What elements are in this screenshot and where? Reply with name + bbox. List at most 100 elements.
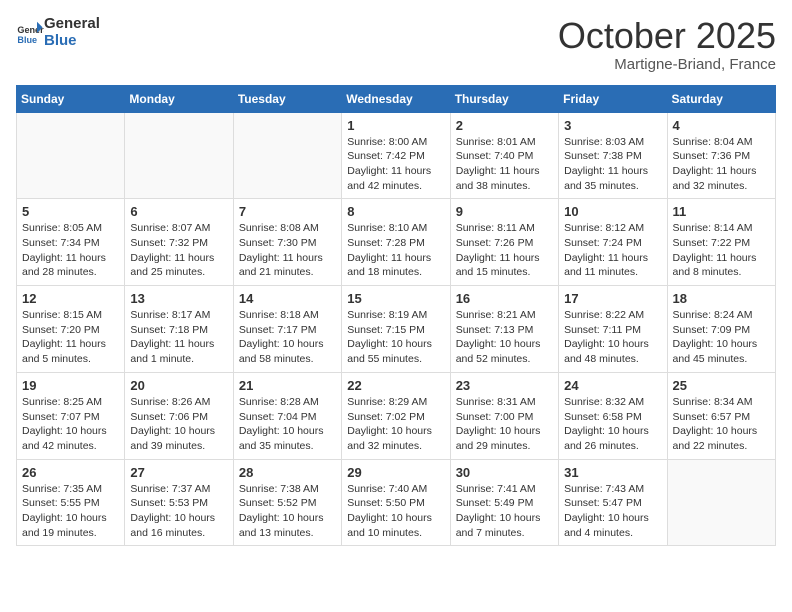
weekday-header-row: SundayMondayTuesdayWednesdayThursdayFrid… bbox=[17, 85, 776, 112]
calendar-cell: 16 Sunrise: 8:21 AMSunset: 7:13 PMDayligh… bbox=[450, 286, 558, 373]
day-number: 30 bbox=[456, 465, 553, 480]
calendar-cell: 11 Sunrise: 8:14 AMSunset: 7:22 PMDayligh… bbox=[667, 199, 775, 286]
calendar-cell: 24Sunrise: 8:32 AMSunset: 6:58 PMDayligh… bbox=[559, 372, 667, 459]
day-info: Sunrise: 8:21 AMSunset: 7:13 PMDaylight:… bbox=[456, 308, 553, 367]
calendar-cell: 25 Sunrise: 8:34 AMSunset: 6:57 PMDayligh… bbox=[667, 372, 775, 459]
calendar-cell: 2Sunrise: 8:01 AMSunset: 7:40 PMDaylight… bbox=[450, 112, 558, 199]
calendar-cell: 22Sunrise: 8:29 AMSunset: 7:02 PMDayligh… bbox=[342, 372, 450, 459]
calendar-cell bbox=[125, 112, 233, 199]
day-info: Sunrise: 8:24 AMSunset: 7:09 PMDaylight:… bbox=[673, 308, 770, 367]
calendar-cell: 12 Sunrise: 8:15 AMSunset: 7:20 PMDayligh… bbox=[17, 286, 125, 373]
calendar-cell bbox=[667, 459, 775, 546]
logo: General Blue General Blue bbox=[16, 16, 100, 49]
day-number: 29 bbox=[347, 465, 444, 480]
calendar-cell: 3 Sunrise: 8:03 AMSunset: 7:38 PMDaylight… bbox=[559, 112, 667, 199]
day-info: Sunrise: 8:14 AMSunset: 7:22 PMDaylight:… bbox=[673, 221, 770, 280]
day-info: Sunrise: 8:25 AMSunset: 7:07 PMDaylight:… bbox=[22, 395, 119, 454]
day-info: Sunrise: 8:34 AMSunset: 6:57 PMDaylight:… bbox=[673, 395, 770, 454]
calendar-cell: 23 Sunrise: 8:31 AMSunset: 7:00 PMDayligh… bbox=[450, 372, 558, 459]
calendar-cell: 29 Sunrise: 7:40 AMSunset: 5:50 PMDayligh… bbox=[342, 459, 450, 546]
calendar-week-row: 12 Sunrise: 8:15 AMSunset: 7:20 PMDayligh… bbox=[17, 286, 776, 373]
calendar-cell: 6Sunrise: 8:07 AMSunset: 7:32 PMDaylight… bbox=[125, 199, 233, 286]
day-info: Sunrise: 7:40 AMSunset: 5:50 PMDaylight:… bbox=[347, 482, 444, 541]
day-info: Sunrise: 8:22 AMSunset: 7:11 PMDaylight:… bbox=[564, 308, 661, 367]
calendar-cell: 18 Sunrise: 8:24 AMSunset: 7:09 PMDayligh… bbox=[667, 286, 775, 373]
calendar-week-row: 26 Sunrise: 7:35 AMSunset: 5:55 PMDayligh… bbox=[17, 459, 776, 546]
calendar-cell: 15 Sunrise: 8:19 AMSunset: 7:15 PMDayligh… bbox=[342, 286, 450, 373]
weekday-header-wednesday: Wednesday bbox=[342, 85, 450, 112]
weekday-header-tuesday: Tuesday bbox=[233, 85, 341, 112]
calendar-cell bbox=[17, 112, 125, 199]
calendar-cell bbox=[233, 112, 341, 199]
calendar-cell: 21 Sunrise: 8:28 AMSunset: 7:04 PMDayligh… bbox=[233, 372, 341, 459]
day-number: 17 bbox=[564, 291, 661, 306]
day-number: 3 bbox=[564, 118, 661, 133]
day-info: Sunrise: 8:17 AMSunset: 7:18 PMDaylight:… bbox=[130, 308, 227, 367]
calendar-cell: 27 Sunrise: 7:37 AMSunset: 5:53 PMDayligh… bbox=[125, 459, 233, 546]
logo-icon: General Blue bbox=[16, 19, 44, 47]
day-info: Sunrise: 8:11 AMSunset: 7:26 PMDaylight:… bbox=[456, 221, 553, 280]
day-number: 31 bbox=[564, 465, 661, 480]
day-number: 16 bbox=[456, 291, 553, 306]
day-info: Sunrise: 8:03 AMSunset: 7:38 PMDaylight:… bbox=[564, 135, 661, 194]
calendar-cell: 8Sunrise: 8:10 AMSunset: 7:28 PMDaylight… bbox=[342, 199, 450, 286]
page-header: General Blue General Blue October 2025 M… bbox=[16, 16, 776, 73]
calendar-cell: 17 Sunrise: 8:22 AMSunset: 7:11 PMDayligh… bbox=[559, 286, 667, 373]
calendar-cell: 9 Sunrise: 8:11 AMSunset: 7:26 PMDaylight… bbox=[450, 199, 558, 286]
day-info: Sunrise: 8:29 AMSunset: 7:02 PMDaylight:… bbox=[347, 395, 444, 454]
calendar-cell: 28 Sunrise: 7:38 AMSunset: 5:52 PMDayligh… bbox=[233, 459, 341, 546]
day-number: 8 bbox=[347, 204, 444, 219]
day-info: Sunrise: 8:12 AMSunset: 7:24 PMDaylight:… bbox=[564, 221, 661, 280]
day-number: 10 bbox=[564, 204, 661, 219]
day-info: Sunrise: 7:35 AMSunset: 5:55 PMDaylight:… bbox=[22, 482, 119, 541]
day-number: 28 bbox=[239, 465, 336, 480]
day-number: 15 bbox=[347, 291, 444, 306]
calendar-cell: 1 Sunrise: 8:00 AMSunset: 7:42 PMDaylight… bbox=[342, 112, 450, 199]
day-number: 12 bbox=[22, 291, 119, 306]
day-number: 26 bbox=[22, 465, 119, 480]
day-info: Sunrise: 8:05 AMSunset: 7:34 PMDaylight:… bbox=[22, 221, 119, 280]
calendar-week-row: 1 Sunrise: 8:00 AMSunset: 7:42 PMDaylight… bbox=[17, 112, 776, 199]
day-info: Sunrise: 8:28 AMSunset: 7:04 PMDaylight:… bbox=[239, 395, 336, 454]
calendar-cell: 19Sunrise: 8:25 AMSunset: 7:07 PMDayligh… bbox=[17, 372, 125, 459]
day-number: 5 bbox=[22, 204, 119, 219]
weekday-header-saturday: Saturday bbox=[667, 85, 775, 112]
day-info: Sunrise: 8:00 AMSunset: 7:42 PMDaylight:… bbox=[347, 135, 444, 194]
day-info: Sunrise: 7:37 AMSunset: 5:53 PMDaylight:… bbox=[130, 482, 227, 541]
calendar-cell: 30 Sunrise: 7:41 AMSunset: 5:49 PMDayligh… bbox=[450, 459, 558, 546]
svg-text:Blue: Blue bbox=[17, 34, 37, 44]
day-info: Sunrise: 8:32 AMSunset: 6:58 PMDaylight:… bbox=[564, 395, 661, 454]
day-info: Sunrise: 7:43 AMSunset: 5:47 PMDaylight:… bbox=[564, 482, 661, 541]
logo-blue: Blue bbox=[44, 33, 100, 50]
day-number: 9 bbox=[456, 204, 553, 219]
day-info: Sunrise: 8:19 AMSunset: 7:15 PMDaylight:… bbox=[347, 308, 444, 367]
day-info: Sunrise: 8:04 AMSunset: 7:36 PMDaylight:… bbox=[673, 135, 770, 194]
day-number: 1 bbox=[347, 118, 444, 133]
day-number: 4 bbox=[673, 118, 770, 133]
logo-general: General bbox=[44, 16, 100, 33]
day-info: Sunrise: 8:08 AMSunset: 7:30 PMDaylight:… bbox=[239, 221, 336, 280]
day-number: 18 bbox=[673, 291, 770, 306]
day-number: 11 bbox=[673, 204, 770, 219]
day-number: 14 bbox=[239, 291, 336, 306]
day-info: Sunrise: 8:31 AMSunset: 7:00 PMDaylight:… bbox=[456, 395, 553, 454]
calendar-cell: 31 Sunrise: 7:43 AMSunset: 5:47 PMDayligh… bbox=[559, 459, 667, 546]
calendar-cell: 20Sunrise: 8:26 AMSunset: 7:06 PMDayligh… bbox=[125, 372, 233, 459]
day-number: 21 bbox=[239, 378, 336, 393]
location-title: Martigne-Briand, France bbox=[558, 56, 776, 73]
calendar-cell: 4 Sunrise: 8:04 AMSunset: 7:36 PMDaylight… bbox=[667, 112, 775, 199]
calendar-cell: 10 Sunrise: 8:12 AMSunset: 7:24 PMDayligh… bbox=[559, 199, 667, 286]
day-number: 2 bbox=[456, 118, 553, 133]
day-info: Sunrise: 8:15 AMSunset: 7:20 PMDaylight:… bbox=[22, 308, 119, 367]
weekday-header-sunday: Sunday bbox=[17, 85, 125, 112]
weekday-header-monday: Monday bbox=[125, 85, 233, 112]
calendar-cell: 13Sunrise: 8:17 AMSunset: 7:18 PMDayligh… bbox=[125, 286, 233, 373]
day-info: Sunrise: 8:07 AMSunset: 7:32 PMDaylight:… bbox=[130, 221, 227, 280]
day-number: 25 bbox=[673, 378, 770, 393]
day-number: 27 bbox=[130, 465, 227, 480]
calendar-table: SundayMondayTuesdayWednesdayThursdayFrid… bbox=[16, 85, 776, 547]
day-info: Sunrise: 7:41 AMSunset: 5:49 PMDaylight:… bbox=[456, 482, 553, 541]
weekday-header-friday: Friday bbox=[559, 85, 667, 112]
day-number: 23 bbox=[456, 378, 553, 393]
day-info: Sunrise: 7:38 AMSunset: 5:52 PMDaylight:… bbox=[239, 482, 336, 541]
